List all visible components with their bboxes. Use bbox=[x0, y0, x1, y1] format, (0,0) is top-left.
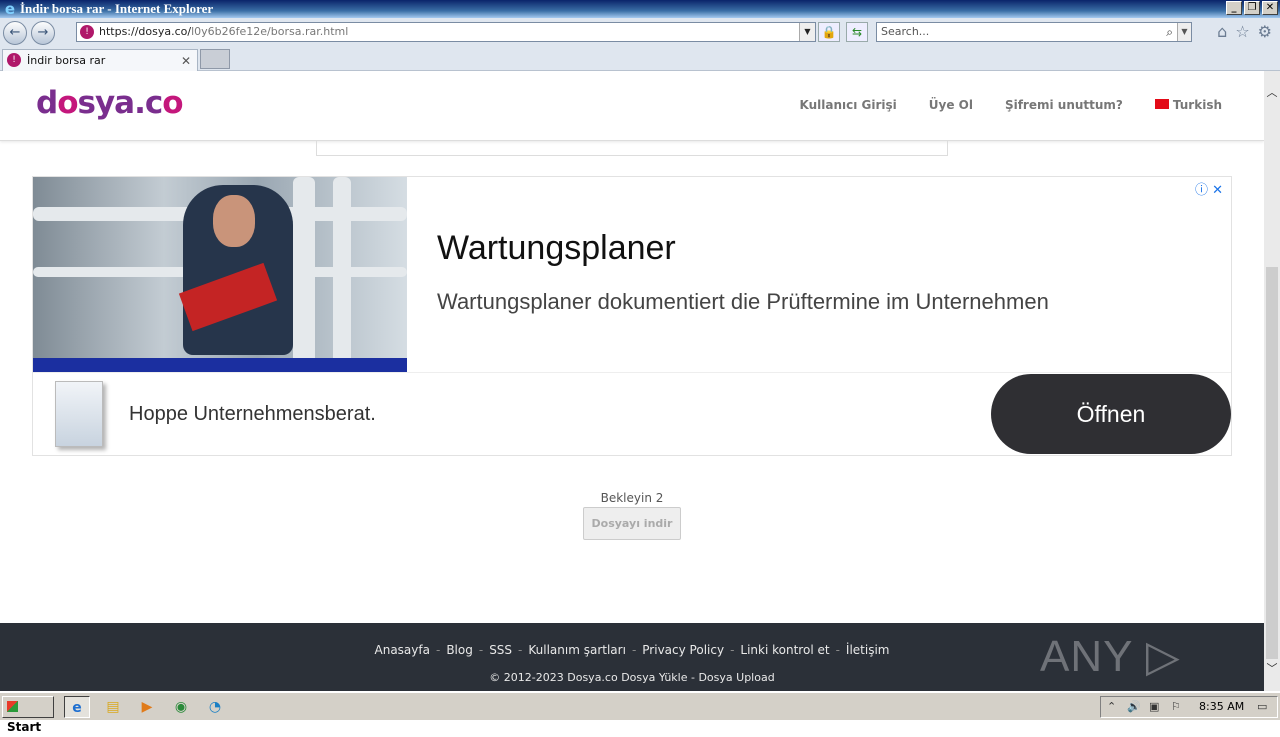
taskbar-explorer-icon[interactable]: ▤ bbox=[100, 696, 126, 718]
search-icon[interactable]: ⌕ bbox=[1166, 23, 1173, 41]
tab-bar: ! İndir borsa rar ✕ bbox=[0, 47, 1280, 71]
window-title: İndir borsa rar - Internet Explorer bbox=[20, 1, 214, 16]
url-path: l0y6b26fe12e/borsa.rar.html bbox=[191, 25, 349, 38]
logo-text-2: sya.c bbox=[77, 85, 164, 121]
footer-link-terms[interactable]: Kullanım şartları bbox=[528, 643, 626, 657]
vertical-scrollbar[interactable]: ︿ ﹀ bbox=[1264, 71, 1280, 691]
refresh-icon: ⇆ bbox=[851, 25, 863, 39]
forward-arrow-icon: → bbox=[37, 25, 49, 40]
tab-label: İndir borsa rar bbox=[27, 54, 106, 67]
home-icon[interactable]: ⌂ bbox=[1217, 22, 1227, 41]
footer-link-faq[interactable]: SSS bbox=[489, 643, 512, 657]
taskbar-media-player-icon[interactable]: ▶ bbox=[134, 696, 160, 718]
taskbar-ie-icon[interactable]: e bbox=[64, 696, 90, 718]
scroll-thumb[interactable] bbox=[1266, 267, 1278, 659]
nav-register-link[interactable]: Üye Ol bbox=[929, 98, 973, 112]
footer-link-contact[interactable]: İletişim bbox=[846, 643, 890, 657]
minimize-button[interactable]: _ bbox=[1226, 1, 1242, 15]
browser-navbar: ← → ! https://dosya.co/l0y6b26fe12e/bors… bbox=[0, 18, 1280, 47]
ad-product-box-image[interactable] bbox=[55, 381, 103, 447]
close-window-button[interactable]: ✕ bbox=[1262, 1, 1278, 15]
ad-footer: Hoppe Unternehmensberat. Öffnen bbox=[33, 372, 1231, 455]
ad-image-pipe bbox=[333, 177, 351, 367]
site-header: dosya.co Kullanıcı Girişi Üye Ol Şifremi… bbox=[0, 71, 1264, 141]
ad-title[interactable]: Wartungsplaner bbox=[437, 229, 676, 268]
window-controls: _ ❐ ✕ bbox=[1226, 1, 1278, 15]
search-placeholder: Search... bbox=[881, 25, 930, 38]
logo-text-o2: o bbox=[162, 85, 183, 121]
back-arrow-icon: ← bbox=[9, 25, 21, 40]
turkey-flag-icon bbox=[1154, 99, 1169, 109]
action-center-flag-icon[interactable]: ⚐ bbox=[1171, 697, 1181, 717]
window-titlebar: e İndir borsa rar - Internet Explorer _ … bbox=[0, 0, 1280, 18]
footer-link-privacy[interactable]: Privacy Policy bbox=[642, 643, 724, 657]
language-label: Turkish bbox=[1172, 98, 1222, 112]
ad-image-bar bbox=[33, 358, 407, 372]
address-bar[interactable]: ! https://dosya.co/l0y6b26fe12e/borsa.ra… bbox=[76, 22, 816, 42]
search-dropdown-icon[interactable]: ▼ bbox=[1177, 23, 1191, 41]
windows-logo-icon bbox=[7, 701, 18, 712]
tray-expand-icon[interactable]: ⌃ bbox=[1107, 697, 1116, 717]
ad-choices[interactable]: ⓘ ✕ bbox=[1195, 179, 1223, 198]
security-lock-button[interactable]: 🔒 bbox=[818, 22, 840, 42]
site-nav: Kullanıcı Girişi Üye Ol Şifremi unuttum?… bbox=[799, 98, 1222, 112]
anyrun-watermark: ANY ▷ RUN bbox=[1040, 632, 1181, 681]
tab-close-icon[interactable]: ✕ bbox=[181, 51, 191, 71]
address-url: https://dosya.co/l0y6b26fe12e/borsa.rar.… bbox=[99, 23, 348, 41]
lock-icon: 🔒 bbox=[821, 25, 837, 39]
footer-link-home[interactable]: Anasayfa bbox=[375, 643, 430, 657]
ie-logo-icon: e bbox=[4, 0, 16, 18]
ad-info-icon[interactable]: ⓘ bbox=[1195, 183, 1208, 198]
settings-gear-icon[interactable]: ⚙ bbox=[1258, 22, 1272, 41]
ad-image-face bbox=[213, 195, 255, 247]
start-button[interactable]: Start bbox=[2, 696, 54, 734]
ad-image-pipe bbox=[293, 177, 315, 367]
url-host: https://dosya.co/ bbox=[99, 25, 192, 38]
new-tab-button[interactable] bbox=[200, 49, 230, 69]
nav-login-link[interactable]: Kullanıcı Girişi bbox=[799, 98, 896, 112]
nav-language-selector[interactable]: Turkish bbox=[1154, 98, 1222, 112]
taskbar: Start e ▤ ▶ ◉ ◔ ⌃ 🔊 ▣ ⚐ 8:35 AM ▭ bbox=[0, 692, 1280, 734]
advertisement[interactable]: ⓘ ✕ Wartungsplaner Wartungsplaner dokume… bbox=[32, 176, 1232, 456]
content-box-edge bbox=[316, 141, 948, 156]
forward-button[interactable]: → bbox=[31, 21, 55, 45]
maximize-button[interactable]: ❐ bbox=[1244, 1, 1260, 15]
ad-image[interactable] bbox=[33, 177, 407, 372]
ad-description: Wartungsplaner dokumentiert die Prüfterm… bbox=[437, 289, 1049, 314]
show-desktop-icon[interactable]: ▭ bbox=[1257, 697, 1267, 717]
start-label: Start bbox=[7, 720, 42, 734]
address-dropdown-icon[interactable]: ▼ bbox=[799, 23, 815, 41]
wait-countdown: Bekleyin 2 bbox=[600, 491, 664, 505]
browser-toolbar-icons: ⌂ ☆ ⚙ bbox=[1217, 22, 1272, 41]
site-footer: Anasayfa - Blog - SSS - Kullanım şartları - Priv… bbox=[0, 623, 1264, 691]
ad-advertiser[interactable]: Hoppe Unternehmensberat. bbox=[129, 403, 376, 426]
site-favicon-icon: ! bbox=[80, 25, 94, 39]
ad-open-button[interactable]: Öffnen bbox=[991, 374, 1231, 454]
taskbar-chrome-icon[interactable]: ◉ bbox=[168, 696, 194, 718]
taskbar-edge-icon[interactable]: ◔ bbox=[202, 696, 228, 718]
volume-icon[interactable]: 🔊 bbox=[1127, 697, 1141, 717]
logo-text-o: o bbox=[57, 85, 78, 121]
tab-current[interactable]: ! İndir borsa rar ✕ bbox=[2, 49, 198, 71]
search-input[interactable]: Search... ⌕ ▼ bbox=[876, 22, 1192, 42]
system-tray: ⌃ 🔊 ▣ ⚐ 8:35 AM ▭ bbox=[1100, 696, 1278, 718]
refresh-button[interactable]: ⇆ bbox=[846, 22, 868, 42]
ad-close-icon[interactable]: ✕ bbox=[1212, 183, 1223, 198]
footer-link-check[interactable]: Linki kontrol et bbox=[740, 643, 829, 657]
scroll-up-icon[interactable]: ︿ bbox=[1264, 85, 1280, 101]
favorites-star-icon[interactable]: ☆ bbox=[1235, 22, 1249, 41]
site-logo[interactable]: dosya.co bbox=[36, 85, 184, 121]
tab-favicon-icon: ! bbox=[7, 53, 21, 67]
page-viewport: dosya.co Kullanıcı Girişi Üye Ol Şifremi… bbox=[0, 71, 1264, 691]
taskbar-clock[interactable]: 8:35 AM bbox=[1199, 697, 1244, 717]
logo-text-1: d bbox=[36, 85, 58, 121]
footer-link-blog[interactable]: Blog bbox=[446, 643, 473, 657]
back-button[interactable]: ← bbox=[3, 21, 27, 45]
download-button[interactable]: Dosyayı indir bbox=[583, 507, 681, 540]
network-icon[interactable]: ▣ bbox=[1149, 697, 1159, 717]
nav-forgot-password-link[interactable]: Şifremi unuttum? bbox=[1005, 98, 1123, 112]
scroll-down-icon[interactable]: ﹀ bbox=[1264, 661, 1280, 677]
